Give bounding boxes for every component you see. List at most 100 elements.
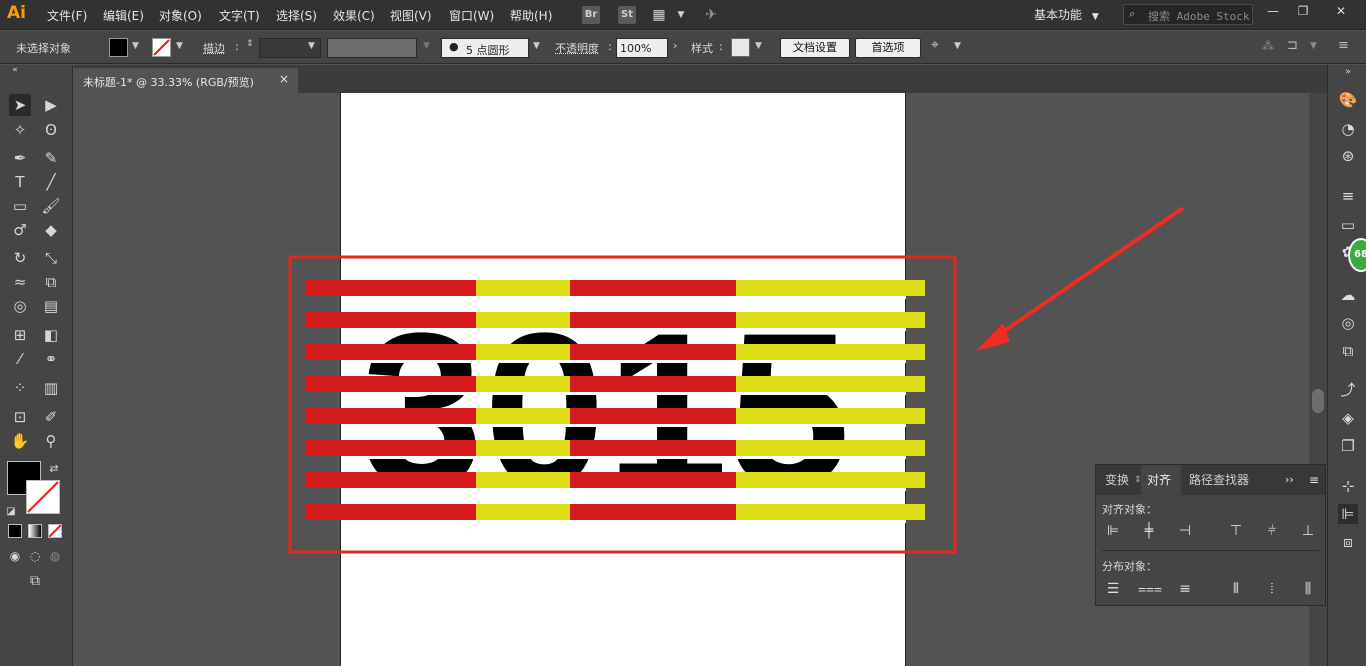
tab-pathfinder[interactable]: 路径查找器 <box>1189 465 1249 495</box>
free-transform-tool-icon[interactable]: ⧉ <box>40 271 62 293</box>
menu-effect[interactable]: 效果(C) <box>333 7 375 24</box>
css-properties-icon[interactable]: ⊛ <box>1338 146 1358 166</box>
chevron-down-icon[interactable]: ▼ <box>672 6 690 24</box>
workspace-switcher[interactable]: 基本功能 ▼ <box>1034 6 1099 23</box>
panel-menu-icon[interactable]: ≡ <box>1338 38 1349 53</box>
selection-tool-icon[interactable]: ➤ <box>9 94 31 116</box>
stroke-panel-icon[interactable]: ≡ <box>1338 186 1358 206</box>
transform-panel-icon[interactable]: ⊹ <box>1338 476 1358 496</box>
paintbrush-tool-icon[interactable]: 🖌 <box>40 195 62 217</box>
menu-window[interactable]: 窗口(W) <box>449 7 494 24</box>
tab-transform[interactable]: 变换 <box>1105 465 1129 495</box>
stock-icon[interactable]: St <box>618 6 636 24</box>
fill-swatch[interactable] <box>109 38 128 57</box>
expand-panels-icon[interactable]: » <box>1338 67 1358 77</box>
align-options-icon[interactable]: ⊐ <box>1287 38 1298 53</box>
menu-type[interactable]: 文字(T) <box>219 7 260 24</box>
shaper-tool-icon[interactable]: ♂ <box>9 219 31 241</box>
eraser-tool-icon[interactable]: ◆ <box>40 219 62 241</box>
draw-inside-icon[interactable]: ◍ <box>46 545 64 567</box>
line-tool-icon[interactable]: ╱ <box>40 171 62 193</box>
color-palette-icon[interactable]: 🎨 <box>1338 90 1358 110</box>
draw-normal-icon[interactable]: ◉ <box>6 545 24 567</box>
menu-help[interactable]: 帮助(H) <box>510 7 552 24</box>
rotate-tool-icon[interactable]: ↻ <box>9 247 31 269</box>
zoom-tool-icon[interactable]: ⚲ <box>40 430 62 452</box>
stroke-label[interactable]: 描边 <box>203 40 225 56</box>
screen-mode-icon[interactable]: ⧉ <box>24 570 46 592</box>
align-left-icon[interactable]: ⊫ <box>1102 521 1124 541</box>
magic-wand-tool-icon[interactable]: ✧ <box>9 119 31 141</box>
restore-button[interactable]: ❐ <box>1292 4 1314 22</box>
chevron-down-icon[interactable]: ▼ <box>755 41 762 51</box>
scale-tool-icon[interactable]: ⤡ <box>40 247 62 269</box>
brush-definition-field[interactable]: ● 5 点圆形 <box>441 38 529 58</box>
curvature-tool-icon[interactable]: ✎ <box>40 147 62 169</box>
chevron-down-icon[interactable]: ▼ <box>954 41 961 51</box>
creative-cloud-icon[interactable]: ☁ <box>1338 285 1358 305</box>
distribute-left-icon[interactable]: ⫴ <box>1225 579 1247 599</box>
align-top-icon[interactable]: ⊤ <box>1225 521 1247 541</box>
eyedropper-tool-icon[interactable]: ⁄ <box>9 348 31 370</box>
chevron-down-icon[interactable]: ▼ <box>1310 41 1317 51</box>
panel-expand-icon[interactable]: ›› <box>1285 465 1294 495</box>
opacity-label[interactable]: 不透明度 <box>555 40 599 56</box>
gpu-rocket-icon[interactable]: ✈ <box>702 6 720 24</box>
align-horizontal-center-icon[interactable]: ╪ <box>1138 521 1160 541</box>
distribute-right-icon[interactable]: ⫼ <box>1297 579 1319 599</box>
slice-tool-icon[interactable]: ✐ <box>40 406 62 428</box>
export-icon[interactable]: ⤴ <box>1338 380 1358 400</box>
perspective-grid-tool-icon[interactable]: ▤ <box>40 295 62 317</box>
scroll-thumb[interactable] <box>1312 389 1324 413</box>
artboard-tool-icon[interactable]: ⊡ <box>9 406 31 428</box>
graphic-style-swatch[interactable] <box>731 38 750 57</box>
document-tab[interactable]: 未标题-1* @ 33.33% (RGB/预览) × <box>74 68 298 93</box>
align-panel-icon[interactable]: ⊫ <box>1338 504 1358 524</box>
align-vertical-center-icon[interactable]: ⫩ <box>1261 521 1283 541</box>
chevron-down-icon[interactable]: ▼ <box>308 41 315 51</box>
bridge-icon[interactable]: Br <box>582 6 600 24</box>
rectangle-tool-icon[interactable]: ▭ <box>9 195 31 217</box>
pathfinder-panel-icon[interactable]: ⧈ <box>1338 532 1358 552</box>
color-guide-icon[interactable]: ◔ <box>1338 119 1358 139</box>
column-graph-tool-icon[interactable]: ▥ <box>40 377 62 399</box>
chevron-down-icon[interactable]: ▼ <box>423 41 430 51</box>
chevron-down-icon[interactable]: ▼ <box>176 41 183 51</box>
lasso-tool-icon[interactable]: ʘ <box>40 119 62 141</box>
artboards-panel-icon[interactable]: ❐ <box>1338 436 1358 456</box>
menu-file[interactable]: 文件(F) <box>47 7 87 24</box>
layers-panel-icon[interactable]: ◈ <box>1338 408 1358 428</box>
menu-select[interactable]: 选择(S) <box>276 7 317 24</box>
distribute-top-icon[interactable]: ☰ <box>1102 579 1124 599</box>
direct-selection-tool-icon[interactable]: ▶ <box>40 94 62 116</box>
transform-tool-icon[interactable]: ⌖ <box>931 37 939 53</box>
tab-align[interactable]: 对齐 <box>1141 465 1181 495</box>
mesh-tool-icon[interactable]: ⊞ <box>9 324 31 346</box>
stepper-icon[interactable]: ⇕ <box>246 39 254 49</box>
stock-search-input[interactable]: ⌕ 搜索 Adobe Stock <box>1123 4 1253 25</box>
gradient-tool-icon[interactable]: ◧ <box>40 324 62 346</box>
collapse-icon[interactable]: « <box>4 65 26 75</box>
arrange-documents-icon[interactable]: ▦ <box>650 6 668 24</box>
blend-tool-icon[interactable]: ⚭ <box>40 348 62 370</box>
preferences-button[interactable]: 首选项 <box>855 38 921 58</box>
document-setup-button[interactable]: 文档设置 <box>780 38 850 58</box>
align-bottom-icon[interactable]: ⊥ <box>1297 521 1319 541</box>
stroke-color-box[interactable] <box>26 480 60 514</box>
graphic-styles-icon[interactable]: ⧉ <box>1338 341 1358 361</box>
panel-menu-icon[interactable]: ≡ <box>1309 465 1319 495</box>
width-tool-icon[interactable]: ≈ <box>9 271 31 293</box>
type-tool-icon[interactable]: T <box>9 171 31 193</box>
distribute-horizontal-center-icon[interactable]: ⦙ <box>1261 579 1283 599</box>
chevron-down-icon[interactable]: ▼ <box>132 41 139 51</box>
swap-colors-icon[interactable]: ⇄ <box>47 458 61 480</box>
close-button[interactable]: ✕ <box>1330 4 1352 22</box>
distribute-bottom-icon[interactable]: ≡ <box>1174 579 1196 599</box>
stroke-none-swatch[interactable] <box>152 38 171 57</box>
variable-width-profile[interactable] <box>327 38 417 58</box>
appearance-panel-icon[interactable]: ◎ <box>1338 313 1358 333</box>
draw-behind-icon[interactable]: ◌ <box>26 545 44 567</box>
shape-builder-tool-icon[interactable]: ◎ <box>9 295 31 317</box>
none-mode-icon[interactable] <box>48 524 62 538</box>
align-right-icon[interactable]: ⊣ <box>1174 521 1196 541</box>
